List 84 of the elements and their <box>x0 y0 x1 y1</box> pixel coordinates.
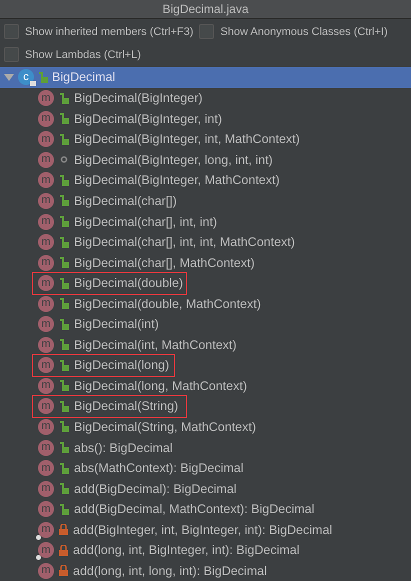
method-icon: m <box>38 90 54 106</box>
member-name: BigDecimal(BigInteger) <box>74 91 203 106</box>
member-name: add(long, int, BigInteger, int): BigDecimal <box>73 543 300 558</box>
member-row[interactable]: m BigDecimal(double, MathContext) <box>0 293 411 314</box>
tree-root-row[interactable]: c BigDecimal <box>0 67 411 88</box>
expand-arrow-icon[interactable] <box>4 72 14 82</box>
member-row[interactable]: m BigDecimal(BigInteger, MathContext) <box>0 170 411 191</box>
member-row[interactable]: m BigDecimal(long) <box>0 355 411 376</box>
member-name: BigDecimal(double) <box>74 276 184 290</box>
member-row[interactable]: m BigDecimal(BigInteger, int, MathContext) <box>0 129 411 150</box>
member-row[interactable]: m BigDecimal(char[]) <box>0 190 411 212</box>
member-name: BigDecimal(long, MathContext) <box>74 378 247 393</box>
member-name: abs(): BigDecimal <box>74 440 173 455</box>
member-name: BigDecimal(int) <box>74 317 159 332</box>
member-row[interactable]: m abs(MathContext): BigDecimal <box>0 458 411 478</box>
member-name: BigDecimal(BigInteger, long, int, int) <box>74 152 273 167</box>
method-icon: m <box>38 254 54 271</box>
class-icon: c <box>18 69 34 86</box>
method-icon: m <box>38 316 54 332</box>
member-row[interactable]: m BigDecimal(double) <box>0 272 411 294</box>
member-name: BigDecimal(BigInteger, int, MathContext) <box>74 132 300 146</box>
method-icon: m <box>38 522 54 538</box>
method-icon: m <box>38 110 54 127</box>
method-icon: m <box>38 234 54 250</box>
method-icon: m <box>38 480 54 497</box>
member-name: BigDecimal(BigInteger, int) <box>74 112 222 126</box>
member-name: BigDecimal(char[]) <box>74 194 177 208</box>
checkbox[interactable] <box>199 24 214 39</box>
member-name: BigDecimal(double, MathContext) <box>74 296 261 311</box>
option-label: Show Lambdas (Ctrl+L) <box>25 48 141 60</box>
method-icon: m <box>38 357 54 374</box>
member-name: BigDecimal(char[], int, int) <box>74 214 218 228</box>
member-row[interactable]: m add(BigDecimal, MathContext): BigDecimal <box>0 498 411 520</box>
method-icon: m <box>38 152 54 168</box>
method-icon: m <box>38 378 54 394</box>
member-name: BigDecimal(int, MathContext) <box>74 338 237 352</box>
member-row[interactable]: m BigDecimal(int) <box>0 314 411 335</box>
method-icon: m <box>38 172 54 188</box>
member-row[interactable]: m BigDecimal(char[], int, int, MathContext) <box>0 232 411 252</box>
method-icon: m <box>38 542 54 558</box>
member-name: BigDecimal(char[], int, int, MathContext) <box>74 235 295 250</box>
member-row[interactable]: m add(long, int, long, int): BigDecimal <box>0 560 411 581</box>
member-name: BigDecimal(long) <box>74 358 170 372</box>
method-icon: m <box>38 562 54 579</box>
lock-icon <box>30 81 36 86</box>
member-name: BigDecimal(String) <box>74 399 178 414</box>
method-icon: m <box>38 192 54 209</box>
method-icon: m <box>38 440 54 456</box>
member-name: add(BigDecimal): BigDecimal <box>74 482 237 496</box>
member-name: BigDecimal(BigInteger, MathContext) <box>74 173 280 188</box>
member-name: abs(MathContext): BigDecimal <box>74 461 244 476</box>
method-icon: m <box>38 460 54 476</box>
window-title: BigDecimal.java <box>0 0 411 19</box>
member-row[interactable]: m BigDecimal(BigInteger) <box>0 88 411 108</box>
member-name: BigDecimal(String, MathContext) <box>74 420 256 434</box>
member-row[interactable]: m BigDecimal(char[], int, int) <box>0 211 411 232</box>
member-row[interactable]: m BigDecimal(String, MathContext) <box>0 416 411 438</box>
method-icon: m <box>38 131 54 148</box>
option-label: Show inherited members (Ctrl+F3) <box>25 26 194 38</box>
member-row[interactable]: m add(long, int, BigInteger, int): BigDecimal <box>0 540 411 561</box>
member-row[interactable]: m BigDecimal(BigInteger, long, int, int) <box>0 150 411 170</box>
class-name: BigDecimal <box>52 70 116 84</box>
method-icon: m <box>38 418 54 435</box>
member-row[interactable]: m BigDecimal(long, MathContext) <box>0 376 411 396</box>
member-name: BigDecimal(char[], MathContext) <box>74 256 255 270</box>
member-row[interactable]: m BigDecimal(String) <box>0 396 411 417</box>
option-label: Show Anonymous Classes (Ctrl+I) <box>220 26 388 38</box>
method-icon: m <box>38 336 54 353</box>
member-row[interactable]: m BigDecimal(int, MathContext) <box>0 334 411 356</box>
method-icon: m <box>38 501 54 518</box>
method-icon: m <box>38 214 54 230</box>
method-icon: m <box>38 296 54 312</box>
member-row[interactable]: m abs(): BigDecimal <box>0 437 411 458</box>
member-name: add(BigDecimal, MathContext): BigDecimal <box>74 502 314 516</box>
method-icon: m <box>38 398 54 414</box>
checkbox[interactable] <box>4 24 19 39</box>
checkbox[interactable] <box>4 47 19 62</box>
member-name: add(long, int, long, int): BigDecimal <box>73 564 267 578</box>
member-row[interactable]: m add(BigInteger, int, BigInteger, int): BigDecimal <box>0 519 411 540</box>
member-row[interactable]: m BigDecimal(BigInteger, int) <box>0 108 411 130</box>
member-name: add(BigInteger, int, BigInteger, int): BigDecimal <box>73 522 332 537</box>
member-row[interactable]: m add(BigDecimal): BigDecimal <box>0 478 411 499</box>
member-row[interactable]: m BigDecimal(char[], MathContext) <box>0 252 411 273</box>
method-icon: m <box>38 275 54 292</box>
